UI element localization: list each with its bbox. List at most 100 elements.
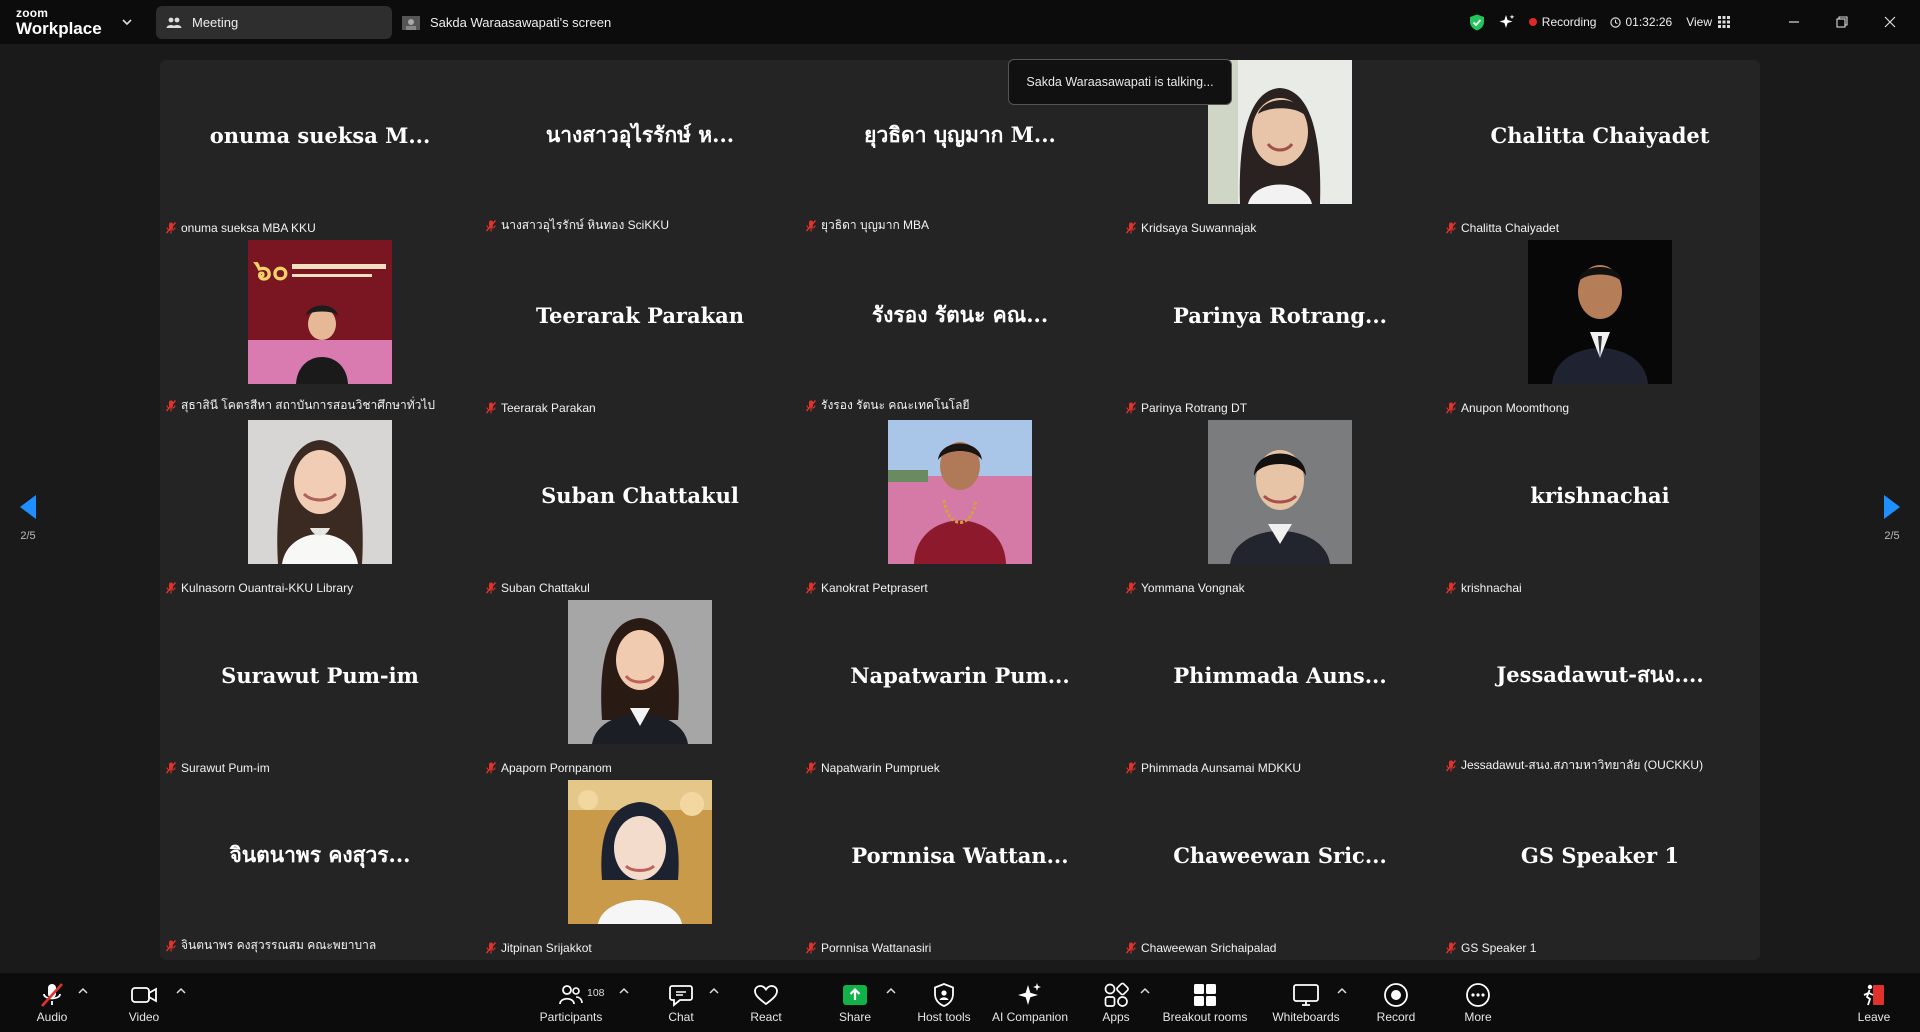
participant-name-text: Jitpinan Srijakkot xyxy=(501,941,592,955)
participant-display-name: Jessadawut-สนง.... xyxy=(1496,661,1704,687)
microphone-muted-icon xyxy=(1126,582,1136,594)
participants-button[interactable]: Participants xyxy=(538,973,604,1032)
microphone-muted-icon xyxy=(806,762,816,774)
recording-dot-icon xyxy=(1528,18,1537,26)
audio-options-chevron-icon[interactable] xyxy=(78,987,88,995)
participant-name-label: Apaporn Pornpanom xyxy=(486,761,612,775)
video-options-chevron-icon[interactable] xyxy=(176,987,186,995)
participant-tile[interactable]: Jitpinan Srijakkot xyxy=(480,780,800,960)
chat-options-chevron-icon[interactable] xyxy=(709,987,719,995)
top-bar: zoom Workplace Meeting Sakda Waraasawapa… xyxy=(0,0,1920,44)
participant-tile[interactable]: Teerarak Parakan Teerarak Parakan xyxy=(480,240,800,420)
participant-tile[interactable]: ๖๐ สุธาสินี โคตรสีหา สถาบันการสอนวิชาศึกษ… xyxy=(160,240,480,420)
whiteboards-button[interactable]: Whiteboards xyxy=(1270,973,1342,1032)
participant-tile[interactable]: Napatwarin Pum... Napatwarin Pumpruek xyxy=(800,600,1120,780)
participant-photo xyxy=(1208,420,1352,564)
participant-name-label: ยุวธิดา บุญมาก MBA xyxy=(806,216,929,235)
participant-tile[interactable]: Pornnisa Wattan... Pornnisa Wattanasiri xyxy=(800,780,1120,960)
participant-tile[interactable]: Apaporn Pornpanom xyxy=(480,600,800,780)
shield-icon xyxy=(934,983,954,1007)
participant-tile[interactable]: GS Speaker 1 GS Speaker 1 xyxy=(1440,780,1760,960)
chat-bubble-icon xyxy=(669,985,693,1007)
encryption-shield-icon[interactable] xyxy=(1469,14,1485,31)
microphone-muted-icon xyxy=(1126,402,1136,414)
participant-tile[interactable]: Anupon Moomthong xyxy=(1440,240,1760,420)
video-button[interactable]: Video xyxy=(124,973,164,1032)
participant-name-text: Anupon Moomthong xyxy=(1461,401,1570,415)
ai-companion-button[interactable]: AI Companion xyxy=(990,973,1070,1032)
microphone-muted-icon xyxy=(166,939,176,951)
participants-options-chevron-icon[interactable] xyxy=(619,987,629,995)
ai-sparkle-icon[interactable] xyxy=(1499,14,1515,30)
participant-tile[interactable]: นางสาวอุไรรักษ์ ห... นางสาวอุไรรักษ์ หินท… xyxy=(480,60,800,240)
microphone-muted-icon xyxy=(806,582,816,594)
apps-button[interactable]: Apps xyxy=(1096,973,1136,1032)
share-options-chevron-icon[interactable] xyxy=(886,987,896,995)
microphone-muted-icon xyxy=(486,402,496,414)
next-page-button[interactable]: 2/5 xyxy=(1872,494,1912,542)
participant-name-text: จินตนาพร คงสุวรรณสม คณะพยาบาล xyxy=(181,938,377,952)
share-button[interactable]: Share xyxy=(834,973,876,1032)
chevron-down-icon[interactable] xyxy=(120,15,134,29)
tab-meeting[interactable]: Meeting xyxy=(156,6,392,39)
record-icon xyxy=(1384,983,1408,1007)
participant-tile[interactable]: Suban Chattakul Suban Chattakul xyxy=(480,420,800,600)
participant-tile[interactable]: Parinya Rotrang... Parinya Rotrang DT xyxy=(1120,240,1440,420)
microphone-muted-icon xyxy=(1446,222,1456,234)
participant-display-name: รังรอง รัตนะ คณ... xyxy=(871,301,1049,327)
video-stage: 2/5 2/5 Sakda Waraasawapati is talking..… xyxy=(0,44,1920,973)
participant-tile[interactable]: Jessadawut-สนง.... Jessadawut-สนง.สภามหาว… xyxy=(1440,600,1760,780)
more-button[interactable]: More xyxy=(1458,973,1498,1032)
record-button[interactable]: Record xyxy=(1374,973,1418,1032)
video-camera-icon xyxy=(131,987,157,1003)
participant-tile[interactable]: รังรอง รัตนะ คณ... รังรอง รัตนะ คณะเทคโนโ… xyxy=(800,240,1120,420)
participant-name-label: Jessadawut-สนง.สภามหาวิทยาลัย (OUCKKU) xyxy=(1446,756,1703,775)
react-button[interactable]: React xyxy=(745,973,787,1032)
whiteboards-options-chevron-icon[interactable] xyxy=(1337,987,1347,995)
participant-tile[interactable]: krishnachai krishnachai xyxy=(1440,420,1760,600)
chat-button[interactable]: Chat xyxy=(660,973,702,1032)
participant-name-text: Phimmada Aunsamai MDKKU xyxy=(1141,761,1302,775)
participant-name-label: Napatwarin Pumpruek xyxy=(806,761,940,775)
participant-display-name: Chaweewan Sric... xyxy=(1173,842,1387,868)
view-button[interactable]: View xyxy=(1686,15,1730,29)
previous-page-button[interactable]: 2/5 xyxy=(8,494,48,542)
participant-tile[interactable]: Yommana Vongnak xyxy=(1120,420,1440,600)
meeting-toolbar: Audio Video Participants 108 Chat React … xyxy=(0,973,1920,1032)
recording-indicator[interactable]: Recording xyxy=(1528,15,1596,29)
participant-tile[interactable]: Kanokrat Petprasert xyxy=(800,420,1120,600)
participant-name-text: Pornnisa Wattanasiri xyxy=(821,941,932,955)
participant-tile[interactable]: Phimmada Auns... Phimmada Aunsamai MDKKU xyxy=(1120,600,1440,780)
leave-door-icon xyxy=(1863,984,1884,1006)
participant-tile[interactable]: จินตนาพร คงสุวร... จินตนาพร คงสุวรรณสม คณ… xyxy=(160,780,480,960)
participant-tile[interactable]: Surawut Pum-im Surawut Pum-im xyxy=(160,600,480,780)
leave-button[interactable]: Leave xyxy=(1853,973,1895,1032)
apps-options-chevron-icon[interactable] xyxy=(1140,987,1150,995)
participant-name-text: Kulnasorn Ouantrai-KKU Library xyxy=(181,581,354,595)
tab-shared-screen[interactable]: Sakda Waraasawapati's screen xyxy=(402,6,611,39)
microphone-muted-icon xyxy=(486,762,496,774)
breakout-rooms-icon xyxy=(1194,984,1216,1006)
host-tools-button[interactable]: Host tools xyxy=(914,973,974,1032)
talking-toast: Sakda Waraasawapati is talking... xyxy=(1008,59,1232,105)
audio-button[interactable]: Audio xyxy=(32,973,72,1032)
participant-photo xyxy=(888,420,1032,564)
participant-name-text: Parinya Rotrang DT xyxy=(1141,401,1248,415)
close-button[interactable] xyxy=(1866,0,1914,44)
participant-name-text: Jessadawut-สนง.สภามหาวิทยาลัย (OUCKKU) xyxy=(1461,758,1704,772)
participant-photo xyxy=(248,420,392,564)
breakout-rooms-button[interactable]: Breakout rooms xyxy=(1160,973,1250,1032)
participant-tile[interactable]: Chalitta Chaiyadet Chalitta Chaiyadet xyxy=(1440,60,1760,240)
participant-tile[interactable]: onuma sueksa M... onuma sueksa MBA KKU xyxy=(160,60,480,240)
participant-tile[interactable]: Chaweewan Sric... Chaweewan Srichaipalad xyxy=(1120,780,1440,960)
microphone-muted-icon xyxy=(41,983,63,1007)
participant-name-text: Apaporn Pornpanom xyxy=(501,761,612,775)
participant-tile[interactable]: Kulnasorn Ouantrai-KKU Library xyxy=(160,420,480,600)
microphone-muted-icon xyxy=(1446,759,1456,771)
minimize-button[interactable] xyxy=(1770,0,1818,44)
participant-photo xyxy=(568,780,712,924)
restore-button[interactable] xyxy=(1818,0,1866,44)
participant-name-label: Jitpinan Srijakkot xyxy=(486,941,592,955)
participant-name-label: Phimmada Aunsamai MDKKU xyxy=(1126,761,1301,775)
participant-display-name: Parinya Rotrang... xyxy=(1173,302,1387,328)
